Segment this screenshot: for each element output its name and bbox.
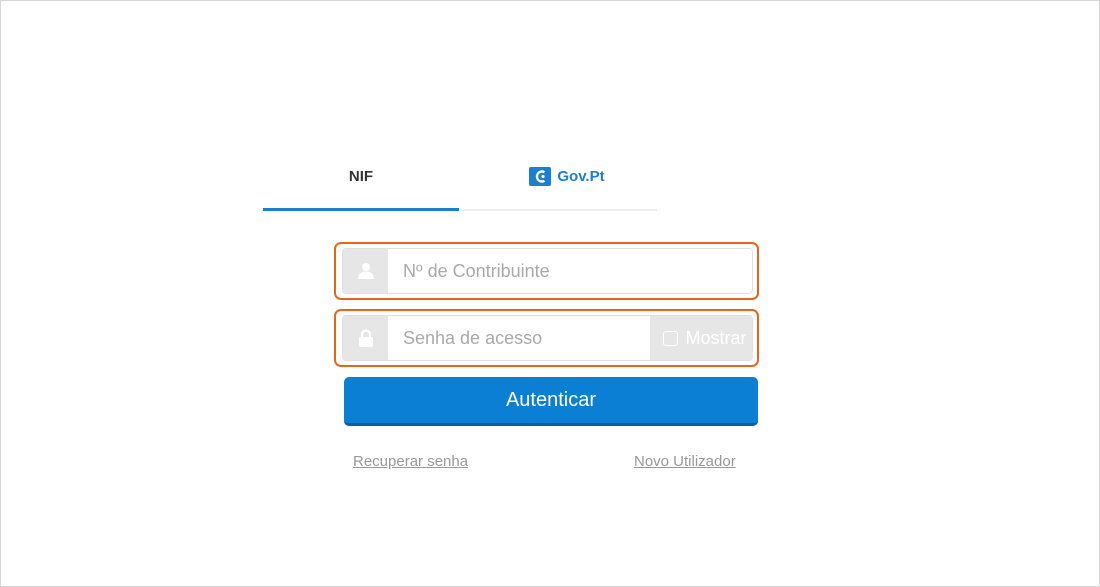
tab-gov-pt[interactable]: Gov.Pt: [459, 151, 655, 209]
tab-gov-label: Gov.Pt: [557, 167, 605, 185]
recover-password-link[interactable]: Recuperar senha: [353, 453, 468, 470]
show-password-label: Mostrar: [685, 327, 747, 348]
login-panel: NIF Gov.Pt Nº de Contribuinte Mostrar Au…: [0, 0, 1100, 587]
show-password-toggle[interactable]: Mostrar: [650, 316, 752, 360]
password-input-wrapper: Mostrar: [342, 315, 753, 361]
authenticate-button[interactable]: Autenticar: [344, 377, 758, 426]
password-input[interactable]: [388, 316, 650, 360]
tab-nif[interactable]: NIF: [263, 151, 459, 211]
tab-gov-content: Gov.Pt: [529, 166, 605, 186]
nif-input-wrapper: [342, 248, 753, 294]
tab-nif-label: NIF: [348, 167, 374, 185]
show-password-checkbox[interactable]: [663, 330, 679, 346]
lock-addon: [343, 316, 388, 360]
login-tabs: NIF Gov.Pt: [263, 151, 657, 211]
lock-icon: [358, 328, 373, 347]
user-addon: [343, 249, 388, 293]
gov-pt-logo-icon: [529, 166, 552, 186]
password-field-group: Mostrar: [334, 309, 759, 367]
nif-input[interactable]: [388, 249, 752, 293]
nif-field-group: [334, 242, 759, 300]
new-user-link[interactable]: Novo Utilizador: [634, 453, 736, 470]
user-icon: [357, 263, 374, 279]
